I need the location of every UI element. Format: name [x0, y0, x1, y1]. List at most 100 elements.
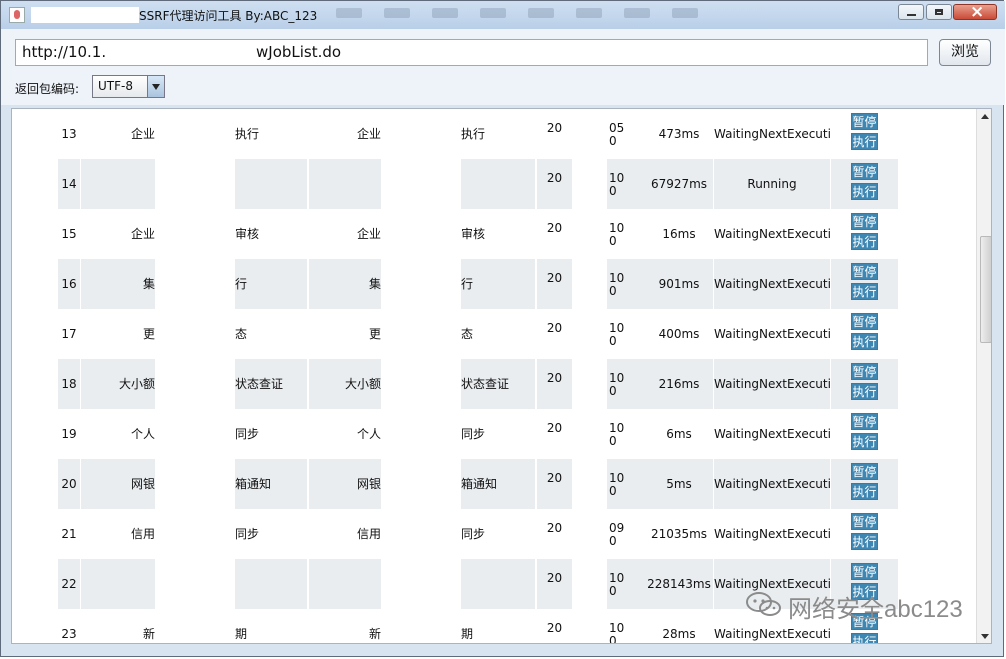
job-desc-cell: [461, 159, 535, 209]
duration-cell: 28ms: [662, 627, 696, 641]
execute-button[interactable]: 执行: [851, 383, 878, 400]
job-name-cell: 新: [368, 627, 381, 641]
date-cell: 20: [546, 321, 563, 335]
redacted-gap: [573, 109, 607, 159]
time-cell: 09 0: [607, 509, 645, 559]
job-name-cell: 大小额: [309, 359, 381, 409]
blurred-title-menu: [336, 8, 766, 22]
time-cell-top: 10: [609, 371, 625, 385]
vertical-scrollbar[interactable]: [976, 109, 991, 643]
table-row[interactable]: 17更态更态20100400msWaitingNextExecuting暂停执行: [58, 309, 908, 359]
time-cell: 10 0: [607, 259, 645, 309]
pause-button[interactable]: 暂停: [851, 213, 878, 230]
execute-button[interactable]: 执行: [851, 133, 878, 150]
redacted-gap: [573, 159, 607, 209]
job-list-panel[interactable]: 13企业执行企业执行20050473msWaitingNextExecuting…: [11, 108, 992, 644]
time-cell-bottom: 0: [609, 184, 617, 198]
pause-button[interactable]: 暂停: [851, 563, 878, 580]
minimize-button[interactable]: [898, 4, 924, 20]
job-name-cell: 更: [368, 327, 381, 341]
job-name-cell: 个人: [130, 427, 155, 441]
job-name-cell: 企业: [130, 227, 155, 241]
execute-button[interactable]: 执行: [851, 233, 878, 250]
time-cell-bottom: 0: [609, 484, 617, 498]
job-name-cell: 企业: [356, 127, 381, 141]
time-cell: 10 0: [607, 209, 645, 259]
time-cell-bottom: 0: [609, 634, 617, 644]
title-bar[interactable]: SSRF代理访问工具 By:ABC_123: [1, 1, 1005, 29]
date-cell: 20: [546, 121, 563, 135]
job-desc-cell: 审核: [235, 227, 260, 241]
job-name-cell: 集: [81, 259, 155, 309]
table-row[interactable]: 19个人同步个人同步201006msWaitingNextExecuting暂停…: [58, 409, 908, 459]
table-row[interactable]: 18 大小额 状态查证 大小额 状态查证 20 10 0 216ms WaitingNextExe…: [58, 359, 908, 409]
job-desc-cell: 同步: [235, 527, 260, 541]
maximize-button[interactable]: [926, 4, 952, 20]
status-cell: Running: [714, 159, 830, 209]
actions-cell: 暂停 执行: [831, 209, 898, 259]
time-cell-bottom: 0: [609, 284, 617, 298]
encoding-select[interactable]: UTF-8: [92, 75, 165, 98]
scroll-up-icon[interactable]: [981, 114, 989, 119]
time-cell-bottom: 0: [609, 134, 617, 148]
scroll-down-icon[interactable]: [981, 634, 989, 639]
job-name-cell: 信用: [130, 527, 155, 541]
actions-cell: 暂停 执行: [831, 259, 898, 309]
scroll-thumb[interactable]: [980, 236, 991, 343]
job-name-cell: [81, 159, 155, 209]
table-row[interactable]: 21 信用 同步 信用 同步 20 090 21035ms WaitingNextExecuti…: [58, 509, 908, 559]
time-cell-top: 10: [609, 571, 625, 585]
time-cell-top: 09: [609, 521, 625, 535]
dropdown-arrow-icon[interactable]: [147, 76, 164, 97]
table-row[interactable]: 13 企业 执行 企业 执行 20 050 473ms WaitingNextExecuting…: [58, 109, 908, 159]
pause-button[interactable]: 暂停: [851, 363, 878, 380]
encoding-value: UTF-8: [98, 79, 133, 93]
job-desc-cell: [235, 159, 307, 209]
job-name-cell: 企业: [356, 227, 381, 241]
row-index: 14: [58, 159, 80, 209]
pause-button[interactable]: 暂停: [851, 463, 878, 480]
time-cell-top: 10: [609, 621, 625, 635]
time-cell: 10 0: [607, 309, 645, 359]
status-cell: WaitingNextExecuting: [714, 459, 830, 509]
execute-button[interactable]: 执行: [851, 433, 878, 450]
url-input[interactable]: http://10.1. wJobList.do: [15, 39, 928, 66]
window-title: SSRF代理访问工具 By:ABC_123: [139, 9, 318, 23]
time-cell-top: 10: [609, 471, 625, 485]
execute-button[interactable]: 执行: [851, 183, 878, 200]
browse-button[interactable]: 浏览: [939, 39, 991, 66]
job-desc-cell: 同步: [461, 427, 486, 441]
table-row[interactable]: 16集行集行20100901msWaitingNextExecuting暂停执行: [58, 259, 908, 309]
execute-button[interactable]: 执行: [851, 483, 878, 500]
execute-button[interactable]: 执行: [851, 283, 878, 300]
pause-button[interactable]: 暂停: [851, 313, 878, 330]
row-index: 21: [61, 527, 77, 541]
table-row[interactable]: 15企业审核企业审核2010016msWaitingNextExecuting暂…: [58, 209, 908, 259]
pause-button[interactable]: 暂停: [851, 113, 878, 130]
redacted-gap: [573, 209, 607, 259]
redacted-gap: [573, 609, 607, 643]
table-row[interactable]: 20网银箱通知网银箱通知201005msWaitingNextExecuting…: [58, 459, 908, 509]
time-cell: 10 0: [607, 359, 645, 409]
redacted-gap: [573, 509, 607, 559]
url-prefix: http://10.1.: [22, 43, 107, 61]
pause-button[interactable]: 暂停: [851, 263, 878, 280]
execute-button[interactable]: 执行: [851, 333, 878, 350]
job-name-cell: [81, 559, 155, 609]
execute-button[interactable]: 执行: [851, 533, 878, 550]
ssrf-tool-window: SSRF代理访问工具 By:ABC_123 http://10.1. wJobL…: [0, 0, 1005, 657]
pause-button[interactable]: 暂停: [851, 513, 878, 530]
time-cell: 10 0: [607, 159, 645, 209]
table-row[interactable]: 14 20 10 0 67927ms Running 暂停 执行: [58, 159, 908, 209]
job-table: 13企业执行企业执行20050473msWaitingNextExecuting…: [58, 109, 908, 644]
time-cell-bottom: 0: [609, 534, 617, 548]
watermark: 网络安全abc123: [745, 589, 975, 625]
actions-cell: 暂停 执行: [831, 109, 898, 159]
close-button[interactable]: [953, 2, 997, 22]
time-cell-bottom: 0: [609, 334, 617, 348]
pause-button[interactable]: 暂停: [851, 413, 878, 430]
status-cell: WaitingNextExecuting: [714, 259, 830, 309]
job-desc-cell: 行: [461, 259, 535, 309]
pause-button[interactable]: 暂停: [851, 163, 878, 180]
execute-button[interactable]: 执行: [851, 633, 878, 643]
